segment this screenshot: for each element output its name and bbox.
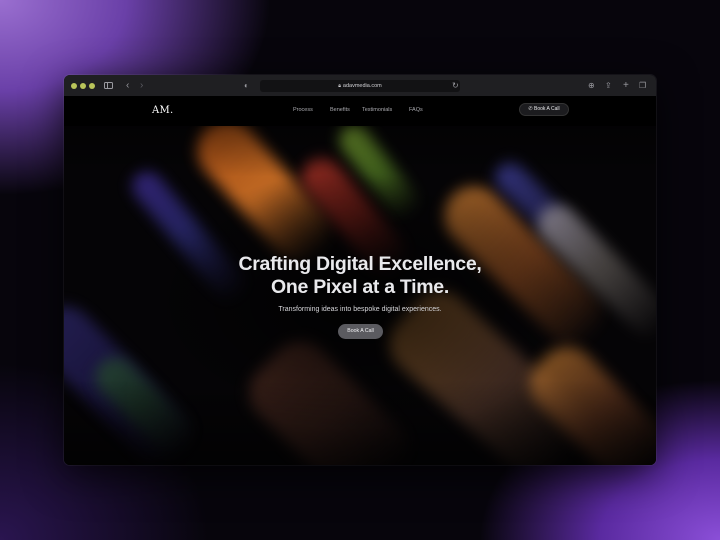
lock-icon: 🔒︎ <box>338 83 341 89</box>
minimize-window-button[interactable] <box>80 83 86 89</box>
nav-link-faqs[interactable]: FAQs <box>409 107 423 113</box>
nav-link-process[interactable]: Process <box>293 107 313 113</box>
nav-book-call-label: Book A Call <box>534 106 560 112</box>
reload-icon[interactable]: ↻ <box>452 79 459 92</box>
browser-window: ‹ › ◐ 🔒︎ adavmedia.com ↻ ⊕ ⇪ + ❐ AM. Proc… <box>64 75 656 465</box>
nav-link-benefits[interactable]: Benefits <box>330 107 350 113</box>
tabs-icon[interactable]: ❐ <box>639 79 646 92</box>
shield-icon[interactable]: ◐ <box>244 79 249 92</box>
hero-book-call-button[interactable]: Book A Call <box>338 324 383 339</box>
site-logo[interactable]: AM. <box>152 105 174 116</box>
url-text: adavmedia.com <box>342 83 382 89</box>
share-icon[interactable]: ⇪ <box>605 79 612 92</box>
download-icon[interactable]: ⊕ <box>588 79 595 92</box>
browser-toolbar: ‹ › ◐ 🔒︎ adavmedia.com ↻ ⊕ ⇪ + ❐ <box>64 75 656 97</box>
phone-icon: ✆ <box>528 106 533 112</box>
chevron-right-icon[interactable]: › <box>140 79 143 92</box>
hero-section: Crafting Digital Excellence, One Pixel a… <box>64 126 656 465</box>
plus-icon[interactable]: + <box>623 79 629 92</box>
zoom-window-button[interactable] <box>89 83 95 89</box>
site-navbar: AM. Process Benefits Testimonials FAQs ✆… <box>64 96 656 127</box>
address-bar[interactable]: 🔒︎ adavmedia.com <box>260 80 460 92</box>
sidebar-icon[interactable] <box>104 82 113 89</box>
hero-headline-line1: Crafting Digital Excellence, <box>238 253 482 275</box>
nav-link-testimonials[interactable]: Testimonials <box>362 107 392 113</box>
chevron-left-icon[interactable]: ‹ <box>126 79 129 92</box>
hero-subtitle: Transforming ideas into bespoke digital … <box>278 306 442 313</box>
close-window-button[interactable] <box>71 83 77 89</box>
nav-book-call-button[interactable]: ✆ Book A Call <box>519 103 569 116</box>
hero-headline-line2: One Pixel at a Time. <box>271 276 449 298</box>
